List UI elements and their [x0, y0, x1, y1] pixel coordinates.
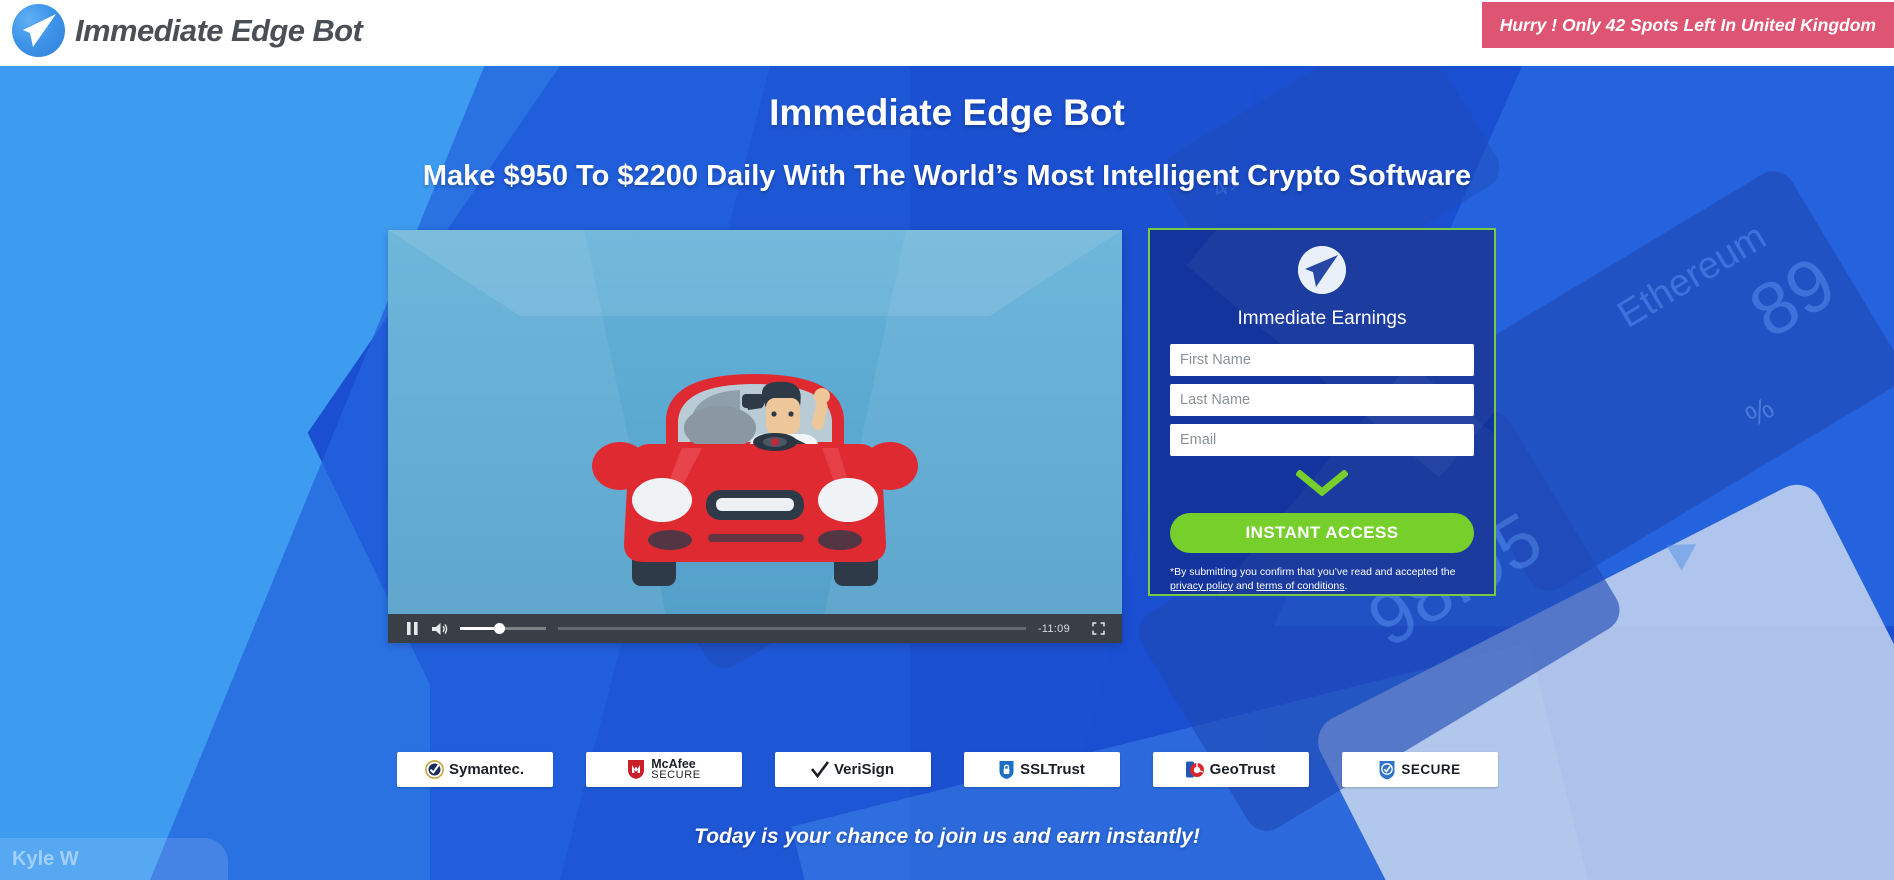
signup-form: Immediate Earnings INSTANT ACCESS *By su… — [1148, 228, 1496, 596]
lock-shield-icon — [999, 760, 1014, 779]
page-subtitle: Make $950 To $2200 Daily With The World’… — [422, 160, 1472, 192]
video-time-remaining: -11:09 — [1037, 622, 1070, 635]
site-header: Immediate Edge Bot Hurry ! Only 42 Spots… — [0, 0, 1894, 66]
first-name-input[interactable] — [1170, 344, 1474, 376]
chevron-down-icon — [1170, 469, 1474, 501]
instant-access-button[interactable]: INSTANT ACCESS — [1170, 513, 1474, 553]
site-logo[interactable]: Immediate Edge Bot — [12, 4, 363, 57]
bottom-tagline: Today is your chance to join us and earn… — [694, 825, 1200, 848]
disclaimer-line2: **By submitting this form, I agree to re… — [1170, 595, 1434, 596]
pause-icon[interactable] — [398, 622, 426, 635]
video-controls[interactable]: -11:09 — [388, 614, 1122, 643]
badge-secure-label: SECURE — [1401, 762, 1461, 777]
geotrust-globe-icon — [1185, 761, 1204, 778]
badge-geotrust-label: GeoTrust — [1209, 761, 1276, 778]
fullscreen-icon[interactable] — [1084, 622, 1112, 635]
volume-slider-fill — [460, 627, 498, 630]
badge-secure[interactable]: SECURE — [1341, 752, 1498, 787]
swoosh-circle-logo-icon — [12, 4, 65, 57]
page-title: Immediate Edge Bot — [769, 92, 1125, 133]
privacy-policy-link[interactable]: privacy policy — [1170, 580, 1233, 592]
badge-symantec[interactable]: Symantec. — [396, 752, 553, 787]
last-name-input[interactable] — [1170, 384, 1474, 416]
swoosh-glyph — [23, 14, 56, 47]
page-root: 41 January Ethereum 89 98.95 % Immediate… — [0, 0, 1894, 880]
volume-icon[interactable] — [426, 622, 454, 636]
disclaimer-line1-mid: and — [1233, 580, 1257, 593]
badge-verisign-label: VeriSign — [833, 761, 895, 778]
video-player[interactable]: -11:09 — [388, 230, 1122, 643]
badge-ssltrust-label: SSLTrust — [1020, 761, 1085, 778]
form-swoosh-glyph — [1298, 246, 1346, 294]
badge-ssltrust[interactable]: SSLTrust — [963, 752, 1120, 787]
form-logo-icon — [1298, 246, 1346, 294]
check-seal-icon — [425, 760, 444, 779]
shield-check-icon — [1379, 760, 1395, 779]
check-icon — [810, 760, 829, 778]
badge-geotrust[interactable]: GeoTrust — [1152, 752, 1309, 787]
terms-of-conditions-link[interactable]: terms of conditions — [1256, 580, 1344, 592]
disclaimer-line1-pre: *By submitting you confirm that you’ve r… — [1170, 566, 1456, 578]
trust-badges: Symantec. McAfee SECURE VeriSign SSLTrus… — [0, 752, 1894, 787]
recent-signup-toast[interactable]: Kyle W — [0, 838, 228, 880]
volume-slider[interactable] — [460, 623, 546, 634]
disclaimer-line1-post: . — [1344, 580, 1348, 593]
car-illustration — [592, 374, 918, 586]
mcafee-shield-icon — [628, 760, 645, 779]
email-input[interactable] — [1170, 424, 1474, 456]
toast-user-name: Kyle W — [12, 847, 79, 870]
badge-symantec-label: Symantec. — [448, 761, 525, 778]
badge-mcafee-sublabel: SECURE — [651, 769, 701, 782]
badge-mcafee[interactable]: McAfee SECURE — [585, 752, 742, 787]
form-disclaimer: *By submitting you confirm that you’ve r… — [1170, 565, 1474, 596]
badge-verisign[interactable]: VeriSign — [774, 752, 931, 787]
volume-slider-handle[interactable] — [494, 623, 505, 634]
video-progress-bar[interactable] — [558, 627, 1026, 630]
hurry-banner: Hurry ! Only 42 Spots Left In United Kin… — [1481, 2, 1894, 48]
site-logo-text: Immediate Edge Bot — [75, 12, 363, 48]
form-title: Immediate Earnings — [1237, 308, 1407, 329]
